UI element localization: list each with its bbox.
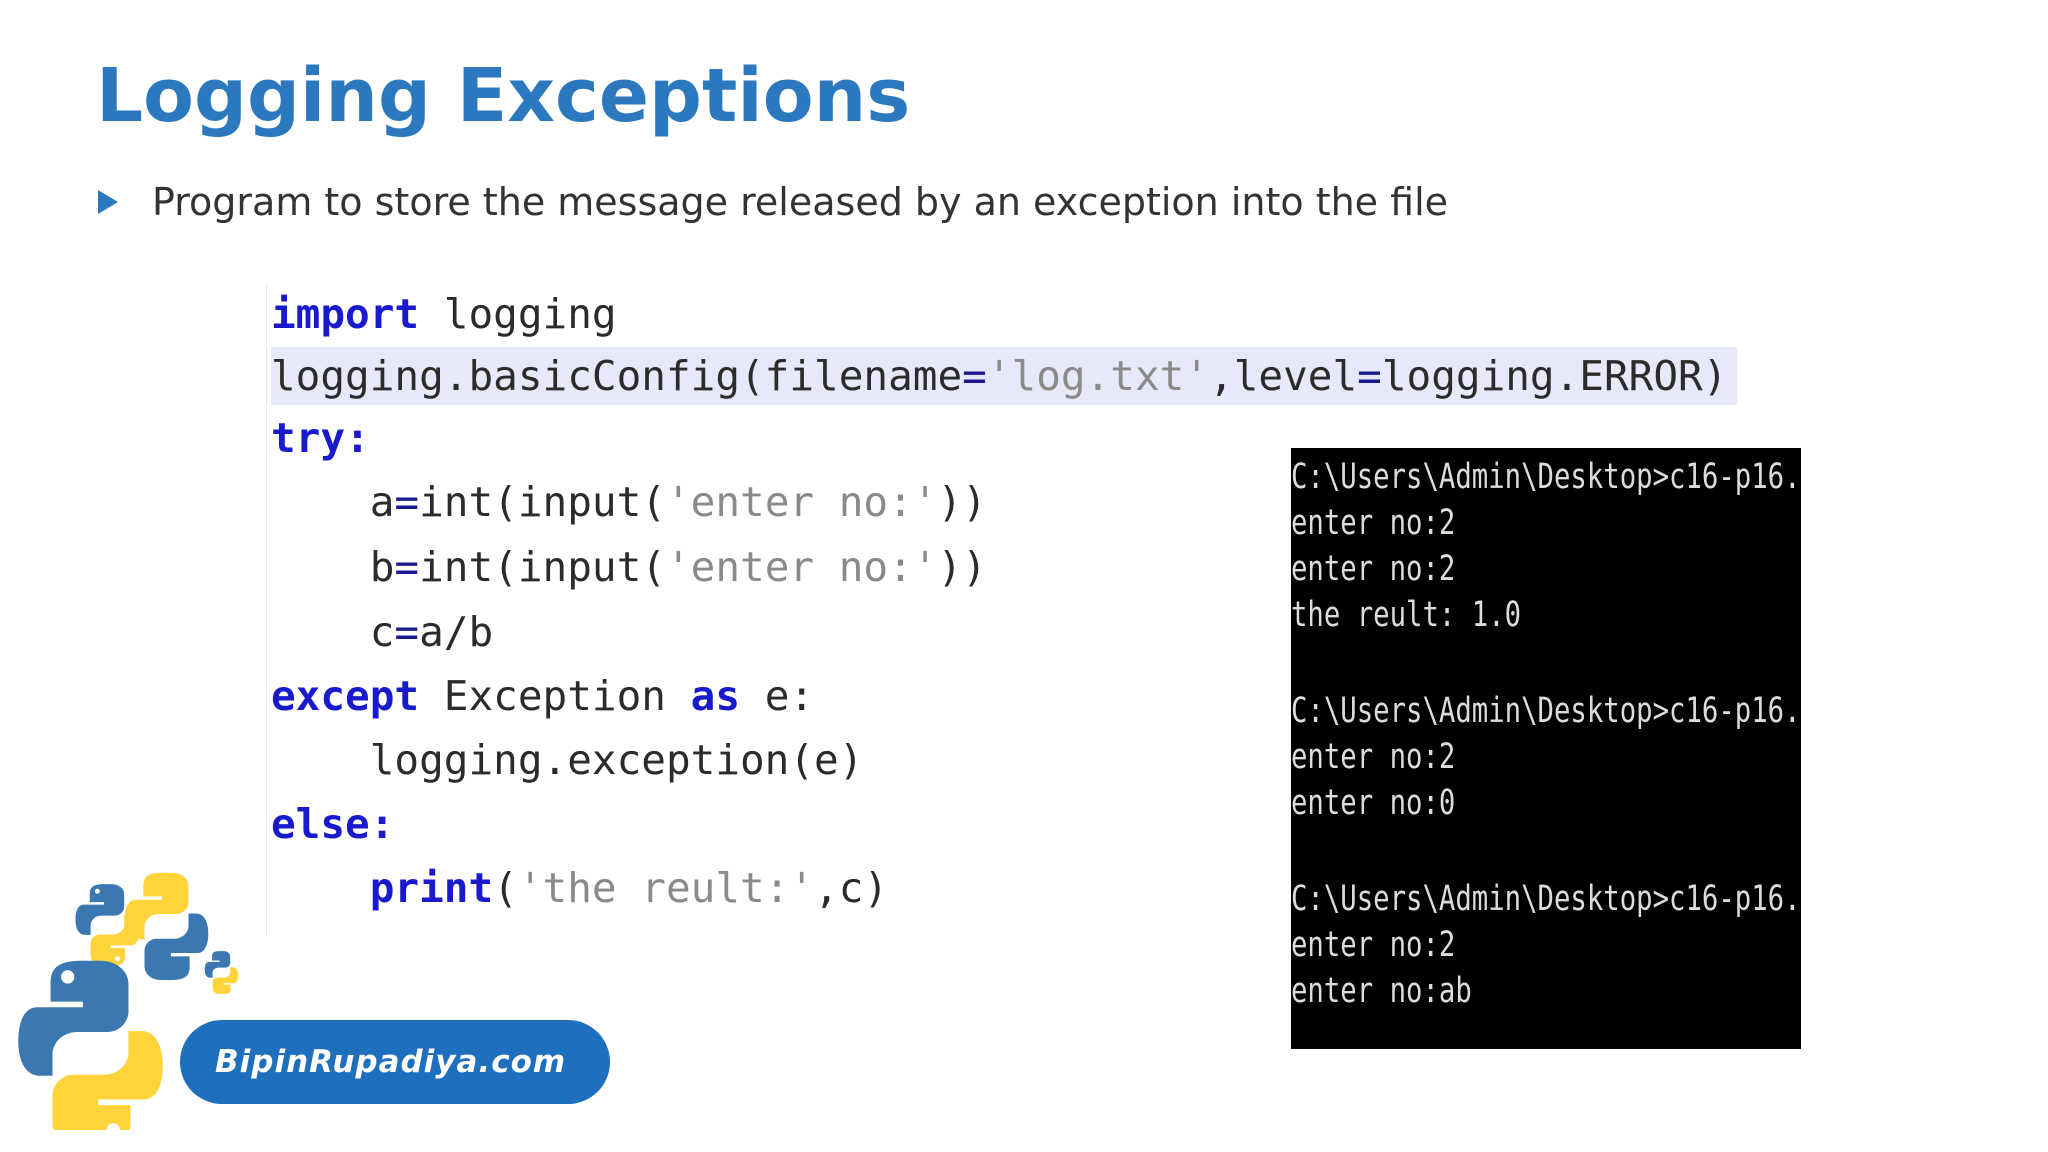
code-text: e: xyxy=(740,672,815,720)
slide-title: Logging Exceptions xyxy=(96,53,911,139)
code-operator: = xyxy=(394,608,420,656)
code-line-3: try: xyxy=(271,409,370,467)
console-line: C:\Users\Admin\Desktop>c16-p16.py xyxy=(1291,457,1801,497)
code-text: int(input( xyxy=(419,543,666,591)
console-line: enter no:ab xyxy=(1291,971,1472,1011)
code-text: a xyxy=(271,478,395,526)
code-line-6: c=a/b xyxy=(271,603,493,661)
code-text: logging.exception(e) xyxy=(271,736,864,784)
code-keyword: import xyxy=(271,290,420,338)
code-string: 'log.txt' xyxy=(986,352,1210,400)
code-string: 'enter no:' xyxy=(665,478,938,526)
console-line: enter no:2 xyxy=(1291,737,1456,777)
code-string: 'enter no:' xyxy=(665,543,938,591)
code-operator: = xyxy=(394,543,420,591)
code-text: Exception xyxy=(419,672,691,720)
brand-name: BipinRupadiya.com xyxy=(215,1044,567,1080)
console-line: C:\Users\Admin\Desktop>c16-p16.py xyxy=(1291,879,1801,919)
code-line-9: else: xyxy=(271,795,394,853)
code-text: (filename xyxy=(740,352,963,400)
code-keyword: except xyxy=(271,672,420,720)
code-line-2: logging.basicConfig(filename='log.txt',l… xyxy=(271,347,1738,405)
code-text: b xyxy=(271,543,395,591)
console-line: C:\Users\Admin\Desktop>c16-p16.py xyxy=(1291,691,1801,731)
code-text: )) xyxy=(937,543,987,591)
console-line: enter no:2 xyxy=(1291,925,1456,965)
code-keyword: as xyxy=(690,672,741,720)
console-line: enter no:2 xyxy=(1291,503,1456,543)
code-text: : xyxy=(369,800,395,848)
code-line-8: logging.exception(e) xyxy=(271,731,864,789)
code-operator: = xyxy=(1357,352,1382,400)
code-text: ,c) xyxy=(814,864,889,912)
code-line-4: a=int(input('enter no:')) xyxy=(271,473,987,531)
console-line: enter no:2 xyxy=(1291,549,1456,589)
console-line: the reult: 1.0 xyxy=(1291,595,1522,635)
console-output: C:\Users\Admin\Desktop>c16-p16.py enter … xyxy=(1291,448,1801,1049)
bullet-text: Program to store the message released by… xyxy=(152,180,1449,224)
code-operator: = xyxy=(962,352,987,400)
code-text: logging.basicConfig xyxy=(271,352,740,400)
triangle-bullet-icon xyxy=(98,190,118,214)
code-keyword: try xyxy=(271,414,346,462)
code-text: a/b xyxy=(419,608,494,656)
code-text: logging.ERROR) xyxy=(1381,352,1728,400)
code-text: )) xyxy=(937,478,987,526)
code-keyword: else xyxy=(271,800,370,848)
code-text: int(input( xyxy=(419,478,666,526)
bullet-item: Program to store the message released by… xyxy=(96,176,1448,228)
brand-badge: BipinRupadiya.com xyxy=(10,860,610,1130)
code-operator: = xyxy=(394,478,420,526)
code-line-5: b=int(input('enter no:')) xyxy=(271,538,987,596)
code-line-7: except Exception as e: xyxy=(271,667,814,725)
code-text: c xyxy=(271,608,395,656)
python-logo-icon xyxy=(18,872,239,1130)
code-text: ,level xyxy=(1209,352,1358,400)
code-line-1: import logging xyxy=(271,285,617,343)
console-line: enter no:0 xyxy=(1291,783,1456,823)
code-text: : xyxy=(345,414,370,462)
code-text: logging xyxy=(419,290,617,338)
